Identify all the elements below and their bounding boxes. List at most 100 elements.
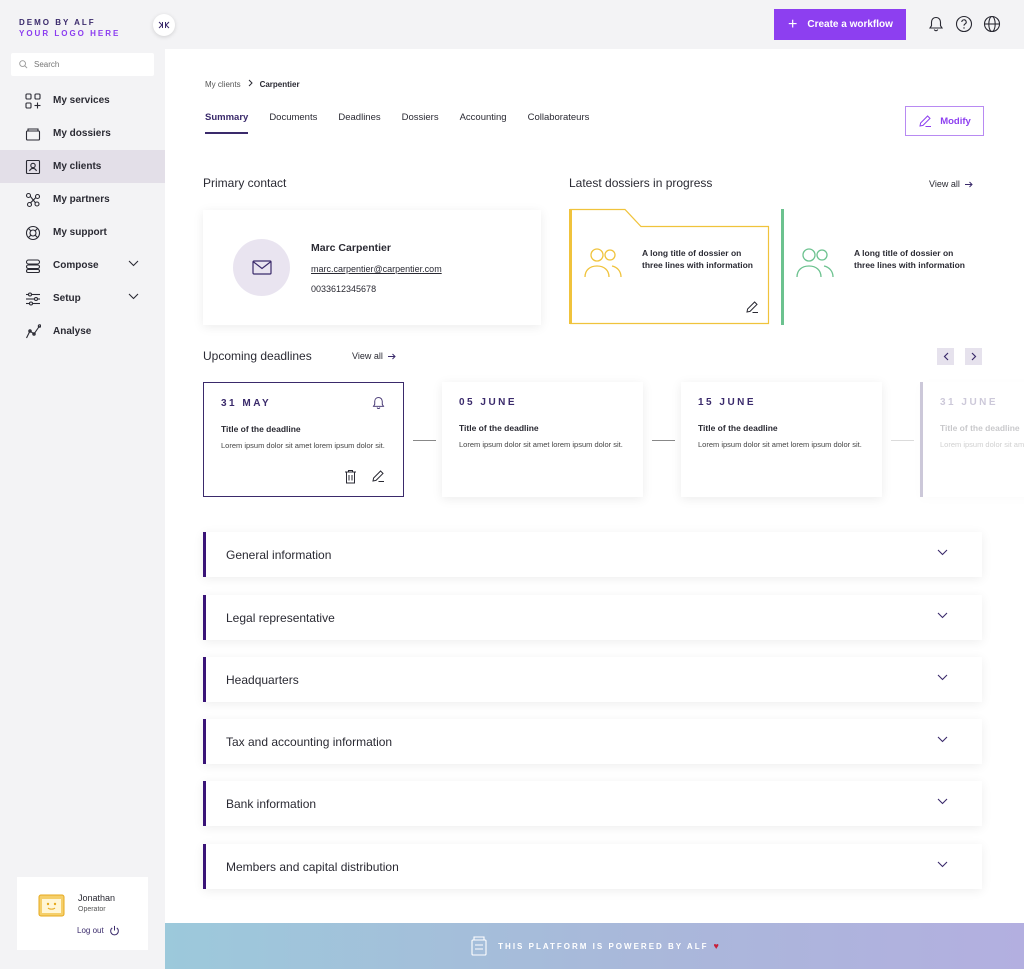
sliders-icon: [24, 290, 42, 308]
modify-button[interactable]: Modify: [905, 106, 984, 136]
contact-email-link[interactable]: marc.carpentier@carpentier.com: [311, 264, 442, 274]
carousel-prev-button[interactable]: [937, 348, 954, 365]
accordion-legal-representative[interactable]: Legal representative: [203, 595, 982, 640]
modify-label: Modify: [940, 115, 971, 127]
trash-icon[interactable]: [344, 469, 357, 484]
users-icon: [584, 248, 622, 278]
upcoming-deadlines-title: Upcoming deadlines: [203, 349, 312, 363]
view-all-label: View all: [352, 351, 383, 361]
timeline-connector: [413, 440, 436, 441]
dossier-card[interactable]: A long title of dossier on three lines w…: [569, 208, 770, 325]
tab-collaborateurs[interactable]: Collaborateurs: [528, 112, 590, 134]
brand-line-1: DEMO BY ALF: [19, 18, 96, 27]
dossier-title: A long title of dossier on three lines w…: [854, 248, 965, 270]
deadline-title: Title of the deadline: [940, 423, 1020, 433]
lifebuoy-icon: [24, 224, 42, 242]
create-workflow-label: Create a workflow: [807, 19, 893, 30]
tab-dossiers[interactable]: Dossiers: [402, 112, 439, 134]
deadlines-view-all-link[interactable]: View all: [352, 351, 396, 361]
accordion-tax-accounting[interactable]: Tax and accounting information: [203, 719, 982, 764]
grid-plus-icon: [24, 92, 42, 110]
bell-icon[interactable]: [371, 395, 386, 411]
deadline-date: 15 JUNE: [698, 397, 757, 408]
sidebar-item-label: Compose: [53, 260, 99, 271]
user-role: Operator: [78, 906, 106, 913]
accordion-title: Headquarters: [226, 672, 299, 687]
accordion-headquarters[interactable]: Headquarters: [203, 657, 982, 702]
view-all-label: View all: [929, 179, 960, 189]
chevron-down-icon: [937, 549, 948, 556]
bell-icon[interactable]: [927, 15, 945, 33]
accordion-title: Bank information: [226, 796, 317, 811]
sidebar-nav: My services My dossiers My clients My pa…: [0, 84, 165, 348]
network-icon: [24, 191, 42, 209]
sidebar: DEMO BY ALF YOUR LOGO HERE My services M…: [0, 0, 165, 969]
deadline-title: Title of the deadline: [221, 424, 301, 434]
tab-deadlines[interactable]: Deadlines: [338, 112, 380, 134]
sidebar-item-my-dossiers[interactable]: My dossiers: [0, 117, 165, 150]
pencil-icon[interactable]: [371, 469, 385, 483]
power-icon: [109, 925, 119, 936]
breadcrumb: My clients Carpentier: [205, 79, 300, 89]
deadline-card[interactable]: 31 JUNE Title of the deadline Lorem ipsu…: [920, 382, 1024, 497]
contact-card-icon: [24, 158, 42, 176]
breadcrumb-parent[interactable]: My clients: [205, 80, 241, 89]
deadline-card[interactable]: 15 JUNE Title of the deadline Lorem ipsu…: [681, 382, 882, 497]
sidebar-item-my-partners[interactable]: My partners: [0, 183, 165, 216]
pencil-icon[interactable]: [745, 300, 759, 314]
dossiers-view-all-link[interactable]: View all: [929, 179, 973, 189]
create-workflow-button[interactable]: + Create a workflow: [774, 9, 906, 40]
tab-summary[interactable]: Summary: [205, 112, 249, 134]
deadline-description: Lorem ipsum dolor sit amet lorem ipsum d…: [698, 440, 862, 449]
chevron-down-icon: [937, 612, 948, 619]
chevron-down-icon[interactable]: [128, 293, 139, 300]
chevron-right-icon: [248, 79, 253, 89]
brand-line-2: YOUR LOGO HERE: [19, 29, 121, 38]
arrow-right-icon: [387, 353, 396, 359]
user-name: Jonathan: [78, 893, 116, 903]
logout-button[interactable]: Log out: [77, 925, 120, 936]
sidebar-item-label: Analyse: [53, 326, 92, 337]
chevron-down-icon[interactable]: [128, 260, 139, 267]
deadline-title: Title of the deadline: [459, 423, 539, 433]
carousel-next-button[interactable]: [965, 348, 982, 365]
sidebar-item-my-support[interactable]: My support: [0, 216, 165, 249]
accordion-general-information[interactable]: General information: [203, 532, 982, 577]
globe-icon[interactable]: [983, 15, 1001, 33]
chevron-right-icon: [971, 352, 976, 361]
pencil-icon: [919, 115, 932, 127]
search-box[interactable]: [11, 53, 154, 76]
deadline-card[interactable]: 05 JUNE Title of the deadline Lorem ipsu…: [442, 382, 643, 497]
latest-dossiers-title: Latest dossiers in progress: [569, 176, 713, 190]
sidebar-item-my-services[interactable]: My services: [0, 84, 165, 117]
tab-bar: Summary Documents Deadlines Dossiers Acc…: [205, 112, 610, 134]
help-icon[interactable]: [955, 15, 973, 33]
sidebar-item-my-clients[interactable]: My clients: [0, 150, 165, 183]
dossier-card[interactable]: A long title of dossier on three lines w…: [781, 208, 982, 325]
sidebar-item-label: My partners: [53, 194, 110, 205]
chevron-down-icon: [937, 861, 948, 868]
sidebar-item-label: Setup: [53, 293, 81, 304]
accordion-members-capital[interactable]: Members and capital distribution: [203, 844, 982, 889]
collapse-sidebar-button[interactable]: [153, 14, 175, 36]
accordion-bank-information[interactable]: Bank information: [203, 781, 982, 826]
search-input[interactable]: [34, 60, 144, 69]
contact-name: Marc Carpentier: [311, 242, 391, 254]
sidebar-item-analyse[interactable]: Analyse: [0, 315, 165, 348]
sidebar-item-setup[interactable]: Setup: [0, 282, 165, 315]
deadline-date: 05 JUNE: [459, 397, 518, 408]
accordion-title: Members and capital distribution: [226, 859, 399, 874]
folder-box-icon: [24, 125, 42, 143]
tab-accounting[interactable]: Accounting: [460, 112, 507, 134]
tab-documents[interactable]: Documents: [269, 112, 317, 134]
brand-logo: DEMO BY ALF YOUR LOGO HERE: [19, 17, 120, 39]
collapse-arrows-icon: [158, 21, 170, 29]
timeline-connector: [652, 440, 675, 441]
sidebar-item-compose[interactable]: Compose: [0, 249, 165, 282]
deadline-title: Title of the deadline: [698, 423, 778, 433]
deadline-description: Lorem ipsum dolor sit amet lorem ipsum d…: [940, 440, 1024, 449]
accordion-title: Tax and accounting information: [226, 734, 393, 749]
footer-text: THIS PLATFORM IS POWERED BY ALF: [498, 941, 709, 951]
deadline-card[interactable]: 31 MAY Title of the deadline Lorem ipsum…: [203, 382, 404, 497]
alf-logo-icon: [471, 936, 487, 956]
